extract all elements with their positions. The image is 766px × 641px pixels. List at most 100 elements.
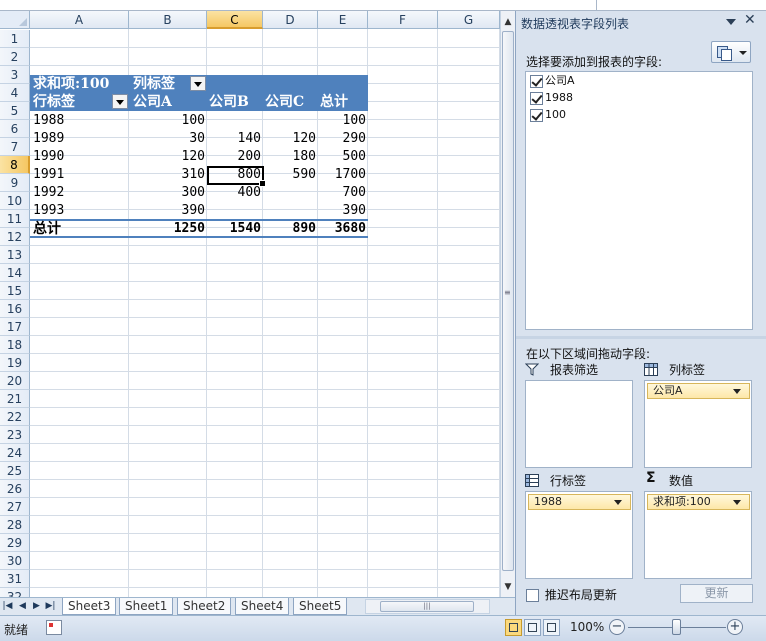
pivot-cell-a[interactable]: 300	[131, 184, 207, 202]
active-cell-cursor[interactable]	[207, 166, 266, 187]
pivot-cell-total[interactable]: 700	[318, 184, 368, 202]
zoom-level[interactable]: 100%	[570, 620, 604, 634]
pivot-column-labels[interactable]: 列标签	[131, 75, 191, 93]
checkbox-icon[interactable]	[530, 108, 543, 122]
sheet-tab-sheet5[interactable]: Sheet5	[293, 598, 348, 615]
row-header-1[interactable]: 1	[0, 30, 30, 48]
horizontal-scrollbar[interactable]: |||	[365, 599, 490, 614]
row-header-15[interactable]: 15	[0, 282, 30, 300]
page-layout-view-button[interactable]	[524, 619, 541, 636]
pivot-cell-a[interactable]: 390	[131, 202, 207, 220]
row-header-24[interactable]: 24	[0, 444, 30, 462]
update-button[interactable]: 更新	[680, 584, 753, 603]
row-header-5[interactable]: 5	[0, 102, 30, 120]
prev-sheet-icon[interactable]: ◀	[17, 600, 28, 613]
pivot-cell-label[interactable]: 1991	[31, 166, 111, 184]
column-header-d[interactable]: D	[263, 11, 318, 29]
page-break-view-button[interactable]	[543, 619, 560, 636]
column-header-g[interactable]: G	[438, 11, 500, 29]
row-header-10[interactable]: 10	[0, 192, 30, 210]
column-header-c[interactable]: C	[207, 11, 263, 29]
column-labels-filter-dropdown[interactable]	[190, 76, 206, 91]
pivot-cell-a[interactable]: 100	[131, 112, 207, 130]
pivot-col-header-b[interactable]: 公司B	[207, 93, 263, 111]
row-header-30[interactable]: 30	[0, 552, 30, 570]
field-item-1988[interactable]: 1988	[530, 90, 573, 106]
pane-options-dropdown-icon[interactable]	[726, 19, 736, 25]
worksheet-grid[interactable]: ABCDEFG 1 2 3 4 5 6 7 8 9 10 11 12 13 14 15 16 17 18 19 20 2…	[0, 11, 515, 597]
row-field-chip[interactable]: 1988	[528, 494, 631, 510]
row-header-22[interactable]: 22	[0, 408, 30, 426]
pivot-cell-label[interactable]: 1993	[31, 202, 111, 220]
row-header-9[interactable]: 9	[0, 174, 30, 192]
checkbox-icon[interactable]	[530, 74, 543, 88]
checkbox-icon[interactable]	[526, 589, 539, 602]
scroll-up-arrow-icon[interactable]: ▲	[501, 15, 515, 29]
pane-splitter[interactable]	[516, 336, 766, 339]
row-header-25[interactable]: 25	[0, 462, 30, 480]
pivot-total-label[interactable]: 总计	[31, 220, 111, 238]
pivot-cell-b[interactable]	[207, 202, 263, 220]
row-header-14[interactable]: 14	[0, 264, 30, 282]
select-all-corner[interactable]	[0, 11, 30, 29]
row-header-29[interactable]: 29	[0, 534, 30, 552]
pivot-cell-total[interactable]: 1700	[318, 166, 368, 184]
pivot-cell-label[interactable]: 1989	[31, 130, 111, 148]
pivot-cell-total[interactable]: 290	[318, 130, 368, 148]
pivot-cell-c[interactable]: 120	[263, 130, 318, 148]
row-header-12[interactable]: 12	[0, 228, 30, 246]
next-sheet-icon[interactable]: ▶	[31, 600, 42, 613]
row-header-6[interactable]: 6	[0, 120, 30, 138]
pivot-total-c[interactable]: 890	[263, 220, 318, 238]
row-header-31[interactable]: 31	[0, 570, 30, 588]
row-header-20[interactable]: 20	[0, 372, 30, 390]
row-header-8[interactable]: 8	[0, 156, 30, 174]
row-labels-area[interactable]: 1988	[525, 491, 633, 579]
values-area[interactable]: 求和项:100	[644, 491, 752, 579]
row-header-3[interactable]: 3	[0, 66, 30, 84]
pivot-row-labels[interactable]: 行标签	[31, 93, 111, 111]
pivot-cell-c[interactable]: 590	[263, 166, 318, 184]
row-header-2[interactable]: 2	[0, 48, 30, 66]
pivot-col-header-a[interactable]: 公司A	[131, 93, 207, 111]
zoom-out-icon[interactable]: −	[609, 619, 625, 635]
pivot-cell-label[interactable]: 1992	[31, 184, 111, 202]
row-header-4[interactable]: 4	[0, 84, 30, 102]
pivot-cell-a[interactable]: 310	[131, 166, 207, 184]
row-labels-filter-dropdown[interactable]	[112, 94, 128, 109]
sheet-tab-sheet2[interactable]: Sheet2	[177, 598, 232, 615]
row-header-26[interactable]: 26	[0, 480, 30, 498]
first-sheet-icon[interactable]: |◀	[2, 600, 13, 613]
column-header-f[interactable]: F	[368, 11, 438, 29]
row-header-13[interactable]: 13	[0, 246, 30, 264]
pivot-cell-label[interactable]: 1990	[31, 148, 111, 166]
pivot-total-grand[interactable]: 3680	[318, 220, 368, 238]
pivot-sum-label[interactable]: 求和项:100	[31, 75, 131, 93]
pivot-cell-b[interactable]: 140	[207, 130, 263, 148]
zoom-in-icon[interactable]: +	[727, 619, 743, 635]
row-header-27[interactable]: 27	[0, 498, 30, 516]
macro-record-icon[interactable]	[46, 620, 62, 635]
field-item-company-a[interactable]: 公司A	[530, 73, 575, 89]
sheet-tab-sheet3[interactable]: Sheet3	[62, 598, 117, 615]
pivot-cell-label[interactable]: 1988	[31, 112, 111, 130]
field-item-100[interactable]: 100	[530, 107, 566, 123]
close-icon[interactable]: ✕	[744, 12, 756, 28]
horizontal-scroll-thumb[interactable]: |||	[380, 601, 474, 612]
pivot-cell-c[interactable]: 180	[263, 148, 318, 166]
normal-view-button[interactable]	[505, 619, 522, 636]
zoom-slider-thumb[interactable]	[672, 619, 681, 635]
column-header-e[interactable]: E	[318, 11, 368, 29]
row-header-19[interactable]: 19	[0, 354, 30, 372]
field-layout-button[interactable]	[711, 41, 751, 63]
column-labels-area[interactable]: 公司A	[644, 380, 752, 468]
column-field-chip[interactable]: 公司A	[647, 383, 750, 399]
pivot-cell-total[interactable]: 500	[318, 148, 368, 166]
row-header-18[interactable]: 18	[0, 336, 30, 354]
pivot-cell-c[interactable]	[263, 184, 318, 202]
pivot-total-a[interactable]: 1250	[131, 220, 207, 238]
pivot-cell-b[interactable]: 200	[207, 148, 263, 166]
column-header-b[interactable]: B	[129, 11, 207, 29]
sheet-tab-sheet4[interactable]: Sheet4	[235, 598, 290, 615]
vertical-scrollbar[interactable]: ▲ ≡ ▼	[500, 11, 515, 597]
